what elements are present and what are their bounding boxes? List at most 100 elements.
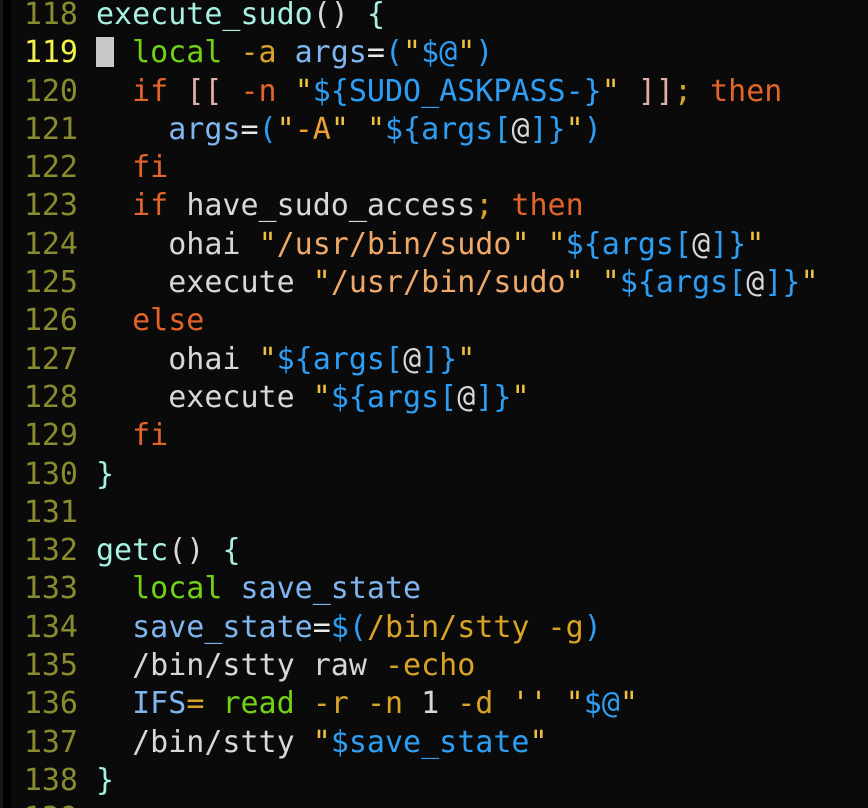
code-line-text[interactable]: } — [78, 762, 868, 800]
code-line[interactable]: 136 IFS= read -r -n 1 -d '' "$@" — [0, 685, 868, 723]
code-token: () — [312, 0, 367, 32]
code-line-text[interactable]: execute_sudo() { — [78, 0, 868, 34]
code-token: IFS — [132, 686, 187, 722]
code-line[interactable]: 127 ohai "${args[@]}" — [0, 341, 868, 379]
code-line[interactable]: 121 args=("-A" "${args[@]}") — [0, 111, 868, 149]
code-line[interactable]: 133 local save_state — [0, 570, 868, 608]
line-number: 129 — [23, 418, 78, 454]
code-token: } — [96, 762, 115, 798]
code-line[interactable]: 132 getc() { — [0, 532, 868, 570]
line-number: 136 — [23, 686, 78, 722]
code-line[interactable]: 137 /bin/stty "$save_state" — [0, 724, 868, 762]
code-token: ]] — [637, 73, 674, 109]
code-line-text[interactable]: getc() { — [78, 532, 868, 570]
code-line[interactable]: 138} — [0, 762, 868, 800]
code-line[interactable]: 135 /bin/stty raw -echo — [0, 647, 868, 685]
code-line[interactable]: 122 fi — [0, 149, 868, 187]
code-line-text[interactable]: execute "/usr/bin/sudo" "${args[@]}" — [78, 264, 868, 302]
code-token: /bin/stty — [132, 724, 295, 760]
line-number: 137 — [23, 724, 78, 760]
code-token: -echo — [385, 648, 476, 684]
code-line[interactable]: 130} — [0, 456, 868, 494]
code-line[interactable]: 120 if [[ -n "${SUDO_ASKPASS-}" ]]; then — [0, 73, 868, 111]
code-line[interactable]: 123 if have_sudo_access; then — [0, 187, 868, 225]
code-line-text[interactable]: local -a args=("$@") — [78, 34, 868, 72]
code-token: local — [132, 571, 223, 607]
code-token: -n — [240, 73, 277, 109]
code-token: ( — [384, 35, 403, 71]
code-token: ; — [673, 73, 693, 109]
code-token: else — [132, 303, 205, 339]
code-line[interactable]: 131 — [0, 494, 868, 532]
code-line-text[interactable]: local save_state — [78, 570, 868, 608]
code-line[interactable]: 126 else — [0, 302, 868, 340]
code-line-text[interactable]: /bin/stty "$save_state" — [78, 724, 868, 762]
code-token: fi — [132, 150, 169, 186]
code-token: ${args[ — [276, 341, 404, 377]
code-line[interactable]: 119 local -a args=("$@") — [0, 34, 868, 72]
code-token: [[ — [186, 73, 223, 109]
code-line[interactable]: 124 ohai "/usr/bin/sudo" "${args[@]}" — [0, 226, 868, 264]
code-line-text[interactable]: ohai "${args[@]}" — [78, 341, 868, 379]
code-token: ; — [475, 188, 494, 224]
code-line-text[interactable]: execute "${args[@]}" — [78, 379, 868, 417]
code-line[interactable]: 125 execute "/usr/bin/sudo" "${args[@]}" — [0, 264, 868, 302]
code-editor-viewport[interactable]: 118 execute_sudo() {119 local -a args=("$… — [0, 0, 868, 808]
code-token: -a — [240, 35, 277, 71]
code-token: $@ — [421, 35, 458, 71]
code-line-text[interactable]: if have_sudo_access; then — [78, 187, 868, 225]
code-token: " — [403, 35, 422, 71]
code-token: ${SUDO_ASKPASS-} — [312, 73, 602, 109]
code-token: " — [294, 73, 313, 109]
code-token: " — [258, 226, 277, 262]
code-token: " — [565, 111, 584, 147]
code-line[interactable]: 139 — [0, 800, 868, 808]
line-number: 124 — [23, 226, 78, 262]
code-line-text[interactable]: args=("-A" "${args[@]}") — [78, 111, 868, 149]
code-token: @ — [457, 379, 476, 415]
code-line-text[interactable]: fi — [78, 149, 868, 187]
code-line-text[interactable]: fi — [78, 417, 868, 455]
code-line[interactable]: 129 fi — [0, 417, 868, 455]
code-line-text[interactable]: } — [78, 456, 868, 494]
code-line-text[interactable]: IFS= read -r -n 1 -d '' "$@" — [78, 685, 868, 723]
code-token: " — [800, 265, 819, 301]
code-line-text[interactable]: /bin/stty raw -echo — [78, 647, 868, 685]
text-cursor — [96, 37, 114, 68]
code-line[interactable]: 118 execute_sudo() { — [0, 0, 868, 34]
code-token: save_state — [132, 609, 313, 645]
code-token: " — [529, 724, 548, 760]
code-line[interactable]: 134 save_state=$(/bin/stty -g) — [0, 609, 868, 647]
code-line-text[interactable]: ohai "/usr/bin/sudo" "${args[@]}" — [78, 226, 868, 264]
code-token: { — [366, 0, 385, 32]
code-lines-container[interactable]: 118 execute_sudo() {119 local -a args=("$… — [0, 0, 868, 808]
code-token: " — [511, 379, 530, 415]
code-token: ]} — [421, 341, 458, 377]
code-line-text[interactable]: else — [78, 302, 868, 340]
code-line-text[interactable]: save_state=$(/bin/stty -g) — [78, 609, 868, 647]
code-token: ohai — [168, 341, 241, 377]
code-token: ${args[ — [619, 265, 747, 301]
code-token: } — [96, 456, 115, 492]
code-line[interactable]: 128 execute "${args[@]}" — [0, 379, 868, 417]
code-line-text[interactable]: if [[ -n "${SUDO_ASKPASS-}" ]]; then — [78, 73, 868, 111]
